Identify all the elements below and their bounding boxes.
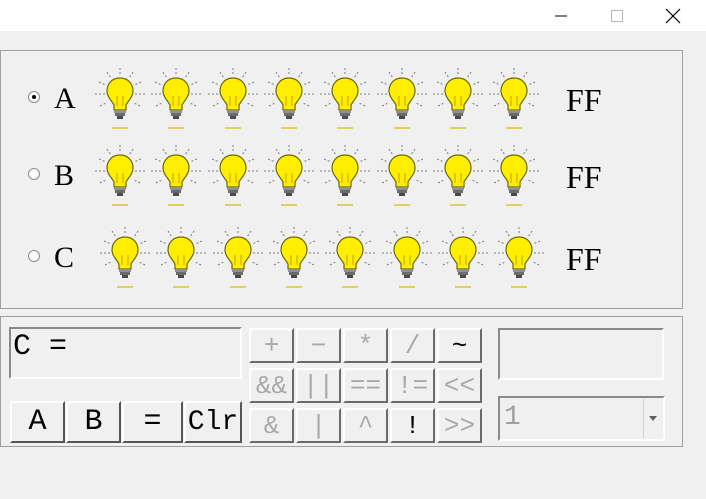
close-icon bbox=[665, 8, 681, 23]
bulb-icon[interactable] bbox=[151, 66, 202, 132]
bulb-icon[interactable] bbox=[432, 66, 483, 132]
radio-b[interactable] bbox=[28, 168, 40, 180]
radio-a[interactable] bbox=[28, 91, 40, 103]
bulb-icon[interactable] bbox=[376, 143, 427, 209]
divide-button[interactable]: / bbox=[390, 328, 435, 363]
bulb-icon[interactable] bbox=[489, 143, 540, 209]
bulb-icon[interactable] bbox=[95, 143, 145, 209]
a-button[interactable]: A bbox=[10, 401, 65, 443]
row-hex-value: FF bbox=[566, 241, 602, 277]
bulb-icon[interactable] bbox=[207, 66, 258, 132]
radio-c[interactable] bbox=[28, 250, 40, 262]
bulb-icon[interactable] bbox=[325, 225, 376, 291]
b-button[interactable]: B bbox=[66, 401, 121, 443]
bulb-icon[interactable] bbox=[376, 66, 427, 132]
expression-display: C = bbox=[9, 327, 242, 379]
value-select-text: 1 bbox=[504, 402, 521, 433]
shift-left-button[interactable]: << bbox=[437, 368, 482, 403]
bulb-icon[interactable] bbox=[437, 225, 488, 291]
chevron-down-icon bbox=[649, 416, 657, 421]
bulb-icon[interactable] bbox=[263, 66, 314, 132]
bulb-icon[interactable] bbox=[212, 225, 263, 291]
value-select[interactable]: 1 bbox=[498, 396, 665, 441]
equals-op-button[interactable]: == bbox=[343, 368, 388, 403]
bulb-icon[interactable] bbox=[207, 143, 258, 209]
result-display bbox=[498, 328, 664, 380]
bulb-icon[interactable] bbox=[381, 225, 432, 291]
bulb-icon[interactable] bbox=[320, 66, 371, 132]
bulb-icon[interactable] bbox=[95, 66, 145, 132]
logical-or-button[interactable]: || bbox=[296, 368, 341, 403]
bitwise-and-button[interactable]: & bbox=[249, 408, 294, 443]
bulb-icon[interactable] bbox=[100, 225, 150, 291]
bitwise-or-button[interactable]: | bbox=[296, 408, 341, 443]
bulb-icon[interactable] bbox=[432, 143, 483, 209]
minimize-icon bbox=[555, 15, 567, 16]
minimize-button[interactable] bbox=[533, 0, 589, 31]
logical-not-button[interactable]: ! bbox=[390, 408, 435, 443]
minus-button[interactable]: − bbox=[296, 328, 341, 363]
bulb-icon[interactable] bbox=[268, 225, 319, 291]
maximize-icon bbox=[611, 9, 623, 22]
row-label-a: A bbox=[54, 82, 76, 115]
bulb-icon[interactable] bbox=[151, 143, 202, 209]
xor-button[interactable]: ^ bbox=[343, 408, 388, 443]
maximize-button[interactable] bbox=[589, 0, 645, 31]
dropdown-arrow-button[interactable] bbox=[643, 399, 662, 438]
logical-and-button[interactable]: && bbox=[249, 368, 294, 403]
not-equals-button[interactable]: != bbox=[390, 368, 435, 403]
bulb-icon[interactable] bbox=[320, 143, 371, 209]
close-button[interactable] bbox=[645, 0, 701, 31]
row-label-b: B bbox=[54, 159, 75, 192]
title-bar bbox=[0, 0, 706, 31]
bulb-icon[interactable] bbox=[156, 225, 207, 291]
row-hex-value: FF bbox=[566, 159, 602, 195]
bulb-icon[interactable] bbox=[494, 225, 545, 291]
clear-button[interactable]: Clr bbox=[184, 401, 242, 443]
bulb-icon[interactable] bbox=[263, 143, 314, 209]
row-label-c: C bbox=[54, 241, 75, 274]
equals-button[interactable]: = bbox=[122, 401, 183, 443]
row-hex-value: FF bbox=[566, 82, 602, 118]
multiply-button[interactable]: * bbox=[343, 328, 388, 363]
bulb-icon[interactable] bbox=[489, 66, 540, 132]
bitwise-not-button[interactable]: ~ bbox=[437, 328, 482, 363]
plus-button[interactable]: + bbox=[249, 328, 294, 363]
shift-right-button[interactable]: >> bbox=[437, 408, 482, 443]
